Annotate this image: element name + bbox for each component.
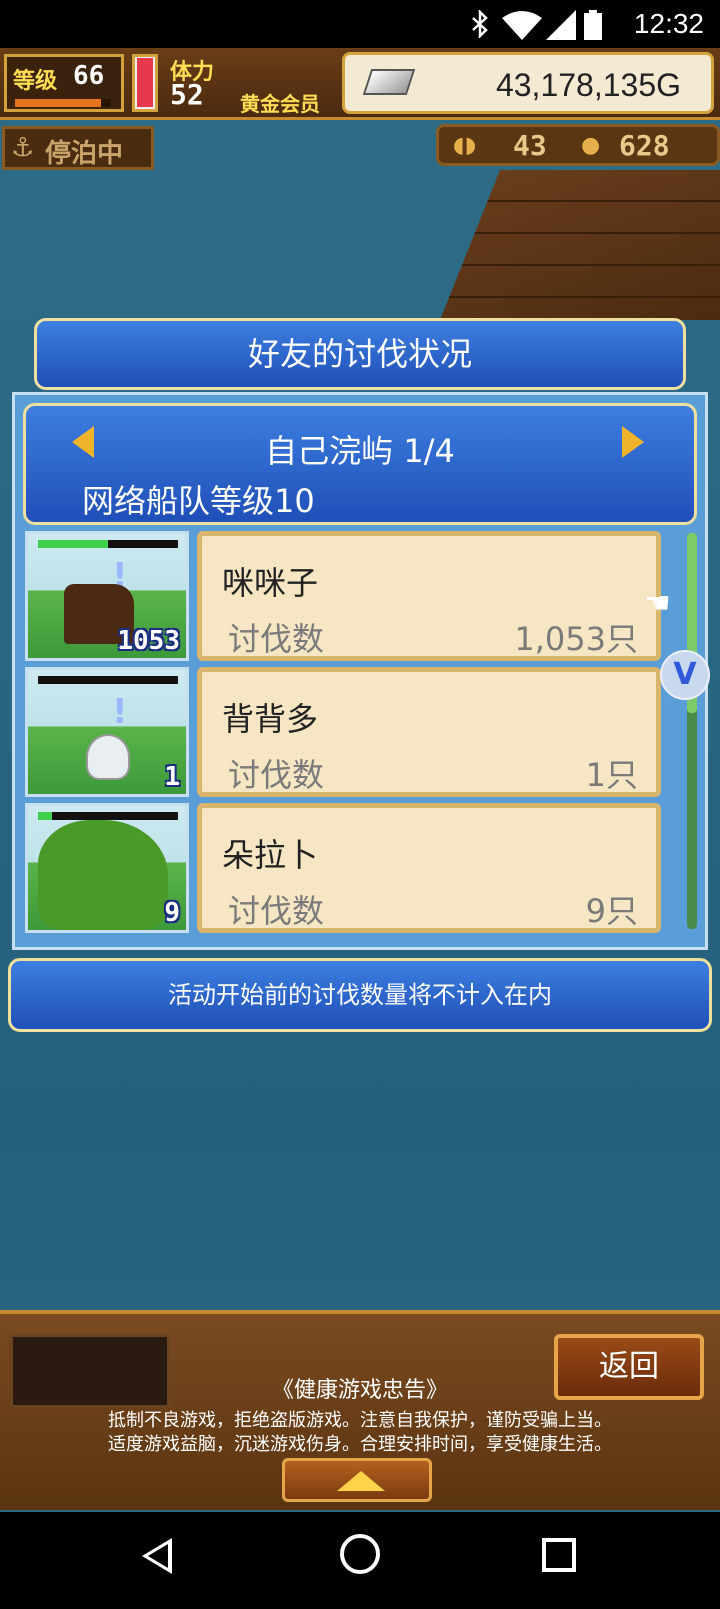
signal-icon [546, 10, 576, 40]
level-box[interactable]: 等级 66 [4, 54, 124, 112]
kill-value: 9只 [585, 892, 638, 930]
expand-up-button[interactable] [282, 1458, 432, 1502]
battery-icon [584, 10, 602, 40]
kill-count-badge: 1053 [117, 626, 180, 656]
monster-sprite [86, 734, 130, 780]
list-scrollbar[interactable] [687, 533, 697, 929]
friend-name: 咪咪子 [222, 564, 319, 602]
level-value: 66 [73, 61, 105, 91]
level-label: 等级 [13, 69, 58, 94]
resource-2-value: 628 [619, 129, 670, 162]
list-item[interactable]: ! 9 朵拉卜 讨伐数 9只 [25, 803, 661, 933]
nav-recents-icon[interactable] [542, 1538, 576, 1572]
health-advice-title: 《健康游戏忠告》 [271, 1378, 448, 1403]
monster-thumbnail: ! 9 [25, 803, 189, 933]
v-badge-icon[interactable]: V [660, 650, 710, 700]
resource-1-value: 43 [513, 129, 547, 162]
kill-count-badge: 1 [164, 762, 180, 792]
ship-deck [440, 170, 720, 320]
exclamation-icon: ! [112, 692, 128, 732]
monster-thumbnail: ! 1 [25, 667, 189, 797]
fleet-level: 网络船队等级10 [82, 482, 315, 520]
nav-back-icon[interactable] [142, 1538, 172, 1574]
gold-display[interactable]: 43,178,135G [342, 52, 714, 114]
coin-icon: ● [581, 133, 601, 158]
monster-sprite [38, 820, 168, 930]
list-item[interactable]: ! 1053 咪咪子 讨伐数 1,053只 [25, 531, 661, 661]
android-nav-bar [0, 1512, 720, 1609]
kill-label: 讨伐数 [228, 892, 325, 930]
hp-bar [38, 812, 178, 820]
island-header: 自己浣屿 1/4 网络船队等级10 [23, 403, 697, 525]
friend-card[interactable]: 咪咪子 讨伐数 1,053只 [197, 531, 661, 661]
friend-name: 背背多 [222, 700, 319, 738]
level-progress-bar [15, 99, 111, 107]
stamina-value: 52 [170, 78, 204, 111]
gold-amount: 43,178,135G [495, 67, 681, 103]
kill-label: 讨伐数 [228, 620, 325, 658]
friend-hunt-panel: 自己浣屿 1/4 网络船队等级10 ! 1053 咪咪子 讨伐数 1,053只 … [12, 392, 708, 950]
game-screen: 12:32 等级 66 体力 52 黄金会员 43,178,135G ⚓ 停泊中… [0, 0, 720, 1609]
friend-card[interactable]: 背背多 讨伐数 1只 [197, 667, 661, 797]
kill-value: 1,053只 [514, 620, 638, 658]
pointing-hand-icon: ☛ [644, 586, 671, 621]
resource-bar: ◖◗ 43 ● 628 [436, 124, 720, 166]
status-bar: 12:32 [0, 0, 720, 48]
friend-card[interactable]: 朵拉卜 讨伐数 9只 [197, 803, 661, 933]
health-advice-line-1: 抵制不良游戏，拒绝盗版游戏。注意自我保护，谨防受骗上当。 [108, 1410, 612, 1431]
hp-bar [38, 540, 178, 548]
dialog-title: 好友的讨伐状况 [34, 318, 686, 390]
dock-status-badge[interactable]: ⚓ 停泊中 [2, 126, 154, 170]
anchor-icon: ⚓ [11, 133, 35, 163]
nav-home-icon[interactable] [340, 1534, 380, 1574]
wifi-icon [502, 11, 542, 40]
bluetooth-icon [472, 10, 488, 38]
up-arrow-icon [337, 1471, 385, 1491]
hp-bar [38, 676, 178, 684]
health-advice-line-2: 适度游戏益脑，沉迷游戏伤身。合理安排时间，享受健康生活。 [108, 1434, 612, 1455]
top-hud: 等级 66 体力 52 黄金会员 43,178,135G [0, 48, 720, 120]
island-page-title: 自己浣屿 1/4 [265, 432, 455, 470]
membership-label: 黄金会员 [240, 92, 320, 116]
friend-name: 朵拉卜 [222, 836, 319, 874]
silver-ingot-icon [362, 69, 416, 95]
notice-bar: 活动开始前的讨伐数量将不计入在内 [8, 958, 712, 1032]
clock: 12:32 [633, 8, 704, 39]
kill-value: 1只 [585, 756, 638, 794]
list-item[interactable]: ! 1 背背多 讨伐数 1只 [25, 667, 661, 797]
monster-thumbnail: ! 1053 [25, 531, 189, 661]
kill-label: 讨伐数 [228, 756, 325, 794]
barrel-icon: ◖◗ [453, 133, 477, 158]
kill-count-badge: 9 [164, 898, 180, 928]
bottom-panel: 返回 《健康游戏忠告》 抵制不良游戏，拒绝盗版游戏。注意自我保护，谨防受骗上当。… [0, 1310, 720, 1510]
dock-status: 停泊中 [45, 139, 124, 169]
stamina-gauge [132, 54, 158, 112]
